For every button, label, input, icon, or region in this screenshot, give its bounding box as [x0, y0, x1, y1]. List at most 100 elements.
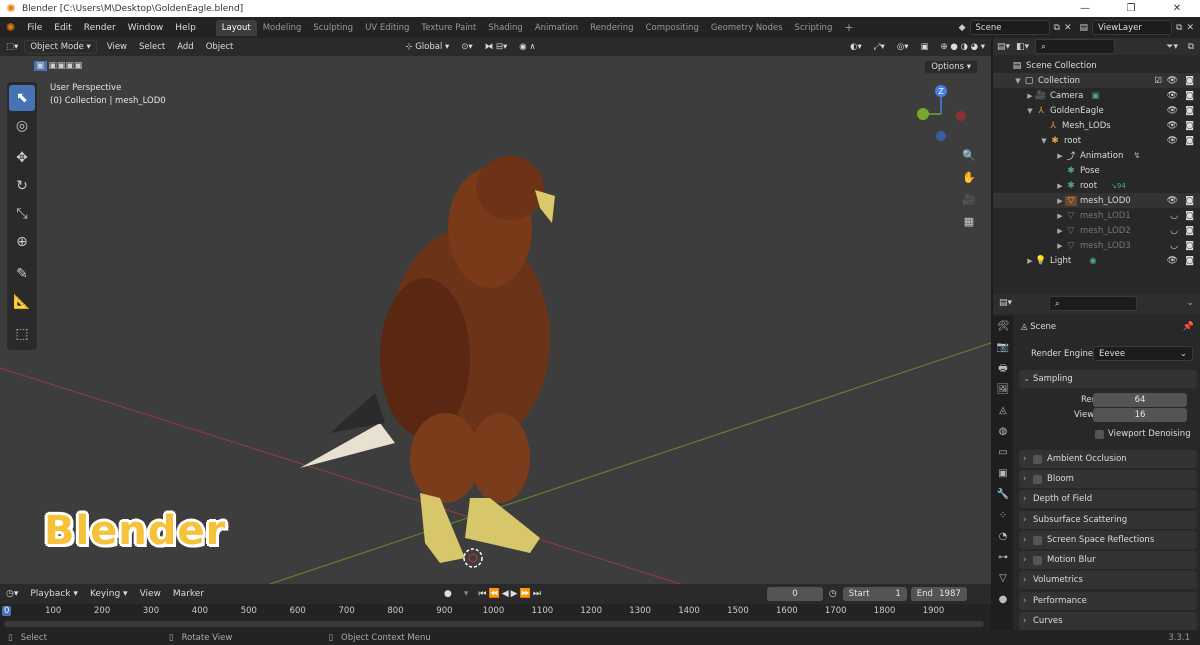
view-layer-tab-icon[interactable]: 🖼 — [997, 379, 1010, 400]
new-viewlayer-icon[interactable]: ⧉ — [1176, 23, 1182, 33]
select-tool-icon[interactable]: ⬉ — [9, 85, 35, 111]
expand-arrow-icon[interactable]: ▶ — [1055, 227, 1065, 235]
delete-viewlayer-icon[interactable]: ✕ — [1186, 23, 1194, 33]
expand-arrow-icon[interactable]: ▶ — [1055, 212, 1065, 220]
add-workspace-icon[interactable]: + — [838, 18, 859, 37]
expand-arrow-icon[interactable]: ▼ — [1039, 137, 1049, 145]
modifiers-tab-icon[interactable]: 🔧 — [997, 484, 1009, 505]
gizmo-toggle-icon[interactable]: ⤢▾ — [868, 42, 891, 52]
viewport-denoising-checkbox[interactable]: Viewport Denoising — [1095, 429, 1191, 439]
menu-marker[interactable]: Marker — [167, 589, 210, 599]
menu-timeline-view[interactable]: View — [134, 589, 167, 599]
next-keyframe-icon[interactable]: ⏩ — [520, 589, 533, 599]
menu-edit[interactable]: Edit — [48, 23, 77, 33]
menu-keying[interactable]: Keying ▾ — [84, 589, 134, 599]
transform-tool-icon[interactable]: ⊕ — [9, 229, 35, 255]
particles-tab-icon[interactable]: ⁘ — [999, 505, 1007, 526]
collection-tab-icon[interactable]: ▭ — [998, 442, 1007, 463]
zoom-icon[interactable]: 🔍 — [959, 146, 979, 166]
menu-help[interactable]: Help — [169, 23, 202, 33]
pan-hand-icon[interactable]: ✋ — [959, 168, 979, 188]
close-button[interactable]: ✕ — [1154, 0, 1200, 17]
outliner-row-mesh-lod3[interactable]: ▶ ▽ mesh_LOD3 ◡ ◙ — [993, 238, 1200, 253]
keying-set-icon[interactable]: ▾ — [458, 589, 475, 599]
outliner-row-root-bone[interactable]: ▶ ✱ root ↘94 — [993, 178, 1200, 193]
menu-window[interactable]: Window — [122, 23, 170, 33]
proportional-edit-icon[interactable]: ◉ ∧ — [513, 42, 541, 52]
render-camera-icon[interactable]: ◙ — [1185, 106, 1194, 116]
eye-icon[interactable]: 👁 — [1167, 76, 1178, 86]
outliner-row-light[interactable]: ▶ 💡 Light ◉ 👁 ◙ — [993, 253, 1200, 268]
scale-tool-icon[interactable]: ⤡ — [9, 201, 35, 227]
eye-closed-icon[interactable]: ◡ — [1170, 226, 1178, 236]
end-frame-field[interactable]: End 1987 — [910, 587, 967, 601]
material-tab-icon[interactable]: ● — [999, 589, 1008, 610]
annotate-tool-icon[interactable]: ✎ — [9, 261, 35, 287]
panel-motion-blur[interactable]: › Motion Blur — [1019, 551, 1197, 569]
checkbox-icon[interactable] — [1033, 454, 1042, 464]
measure-tool-icon[interactable]: 📐 — [9, 289, 35, 315]
panel-subsurface-scattering[interactable]: › Subsurface Scattering — [1019, 511, 1197, 529]
prev-keyframe-icon[interactable]: ⏪ — [489, 589, 502, 599]
tab-sculpting[interactable]: Sculpting — [307, 20, 359, 36]
outliner-row-mesh-lods[interactable]: ⅄ Mesh_LODs 👁 ◙ — [993, 118, 1200, 133]
select-box-mode-icon[interactable]: ▣ — [34, 61, 47, 71]
render-camera-icon[interactable]: ◙ — [1185, 226, 1194, 236]
minimize-button[interactable]: — — [1062, 0, 1108, 17]
checkbox-icon[interactable] — [1033, 555, 1042, 565]
delete-scene-icon[interactable]: ✕ — [1064, 23, 1072, 33]
menu-playback[interactable]: Playback ▾ — [24, 589, 84, 599]
constraints-tab-icon[interactable]: ⊶ — [998, 547, 1008, 568]
world-tab-icon[interactable]: ◍ — [999, 421, 1008, 442]
render-tab-icon[interactable]: 📷 — [997, 337, 1009, 358]
navigation-gizmo[interactable]: Z — [911, 82, 971, 142]
menu-select[interactable]: Select — [133, 42, 171, 52]
expand-arrow-icon[interactable]: ▶ — [1025, 92, 1035, 100]
data-tab-icon[interactable]: ▽ — [999, 568, 1007, 589]
outliner-row-pose[interactable]: ✱ Pose — [993, 163, 1200, 178]
eye-closed-icon[interactable]: ◡ — [1170, 241, 1178, 251]
new-scene-icon[interactable]: ⧉ — [1054, 23, 1060, 33]
pin-icon[interactable]: 📌 — [1183, 322, 1194, 332]
expand-arrow-icon[interactable]: ▶ — [1025, 257, 1035, 265]
tab-scripting[interactable]: Scripting — [789, 20, 839, 36]
tab-modeling[interactable]: Modeling — [257, 20, 308, 36]
menu-file[interactable]: File — [21, 23, 48, 33]
expand-arrow-icon[interactable]: ▶ — [1055, 197, 1065, 205]
eye-icon[interactable]: 👁 — [1167, 91, 1178, 101]
xray-icon[interactable]: ▣ — [915, 42, 935, 52]
viewlayer-field[interactable]: ViewLayer — [1092, 20, 1173, 35]
jump-start-icon[interactable]: ⏮ — [478, 589, 488, 599]
expand-arrow-icon[interactable]: ▼ — [1025, 107, 1035, 115]
render-engine-dropdown[interactable]: Eevee ⌄ — [1093, 346, 1193, 361]
scene-field[interactable]: Scene — [969, 20, 1050, 35]
outliner-search-input[interactable]: ⌕ — [1035, 39, 1116, 54]
cursor-tool-icon[interactable]: ◎ — [9, 113, 35, 139]
snap-icon[interactable]: ⧓ ⊟▾ — [479, 42, 514, 52]
tab-uv-editing[interactable]: UV Editing — [359, 20, 415, 36]
render-camera-icon[interactable]: ◙ — [1185, 196, 1194, 206]
panel-performance[interactable]: › Performance — [1019, 592, 1197, 610]
panel-bloom[interactable]: › Bloom — [1019, 470, 1197, 488]
move-tool-icon[interactable]: ✥ — [9, 145, 35, 171]
render-camera-icon[interactable]: ◙ — [1185, 136, 1194, 146]
blender-menu-icon[interactable]: ✺ — [0, 21, 21, 34]
eye-icon[interactable]: 👁 — [1167, 121, 1178, 131]
expand-arrow-icon[interactable]: ▶ — [1055, 152, 1065, 160]
eye-icon[interactable]: 👁 — [1167, 256, 1178, 266]
tab-animation[interactable]: Animation — [529, 20, 584, 36]
play-icon[interactable]: ▶ — [511, 589, 520, 599]
preview-range-icon[interactable]: ◷ — [823, 589, 843, 599]
checkbox-icon[interactable] — [1033, 474, 1042, 484]
transform-orientation-dropdown[interactable]: ⊹ Global ▾ — [399, 42, 455, 52]
outliner-row-mesh-lod0[interactable]: ▶ ▽ mesh_LOD0 👁 ◙ — [993, 193, 1200, 208]
maximize-button[interactable]: ❐ — [1108, 0, 1154, 17]
play-reverse-icon[interactable]: ◀ — [502, 589, 511, 599]
outliner-row-goldeneagle[interactable]: ▼ ⅄ GoldenEagle 👁 ◙ — [993, 103, 1200, 118]
eye-closed-icon[interactable]: ◡ — [1170, 211, 1178, 221]
shading-modes-icon[interactable]: ⊕ ● ◑ ◕ ▾ — [935, 42, 991, 52]
overlay-toggle-icon[interactable]: ◎▾ — [891, 42, 915, 52]
checkbox-icon[interactable]: ☑ — [1154, 76, 1162, 86]
panel-curves[interactable]: › Curves — [1019, 612, 1197, 630]
select-extend-icon[interactable]: ▣▣▣▣ — [47, 61, 85, 71]
